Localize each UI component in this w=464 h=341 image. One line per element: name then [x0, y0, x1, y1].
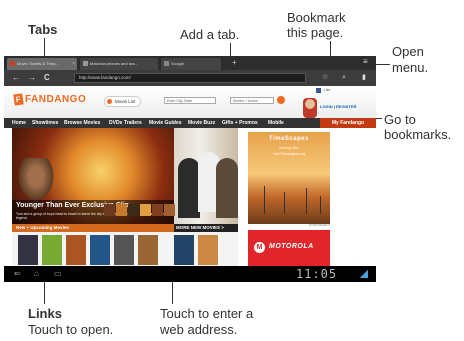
wind-turbine-icon [320, 196, 321, 214]
address-callout-1: Touch to enter a [160, 306, 254, 321]
tab-label: Motorola phones and acc... [90, 61, 139, 66]
bookmark-callout-2: this page. [287, 25, 344, 40]
links-callout-title: Links [28, 306, 62, 321]
links-callout-sub: Touch to open. [28, 322, 114, 337]
location-search-input[interactable]: Enter City, State [164, 97, 216, 104]
nav-gifts-promos[interactable]: Gifts + Promos [222, 118, 258, 128]
movie-poster[interactable] [198, 235, 218, 265]
more-new-movies-link[interactable]: MORE NEW MOVIES > [174, 224, 238, 232]
movie-poster[interactable] [90, 235, 110, 265]
open-menu-callout-2: menu. [392, 60, 429, 75]
address-callout-2: web address. [160, 322, 238, 337]
search-icon[interactable]: ⌕ [342, 73, 346, 83]
menu-icon[interactable]: ≡ [363, 57, 368, 67]
signal-icon[interactable] [360, 270, 368, 278]
motorola-ad[interactable]: M MOTOROLA [248, 230, 330, 266]
goto-bookmarks-callout-1: Go to [384, 112, 416, 127]
wind-turbine-icon [306, 188, 307, 214]
search-go-button[interactable] [277, 96, 285, 104]
movie-poster[interactable] [18, 235, 38, 265]
recent-apps-icon[interactable]: ▭ [54, 269, 62, 279]
goto-bookmarks-callout-2: bookmarks. [384, 127, 452, 142]
site-nav: Home Showtimes Browse Movies DVDs Traile… [4, 118, 376, 128]
browser-tab-motorola[interactable]: Motorola phones and acc... [80, 58, 158, 70]
browser-address-bar: ← → C http://www.fandango.com/ ☆ ⌕ ▮ [4, 70, 376, 86]
motorola-logo-icon: M [254, 242, 265, 253]
tab-label: Movie Tickets & Thea... [17, 61, 59, 66]
nav-dvds[interactable]: DVDs [109, 118, 122, 128]
system-bar: ⇐ ⌂ ▭ 11:05 [4, 266, 376, 282]
clip-thumbnail[interactable] [164, 204, 175, 216]
wind-turbine-icon [284, 192, 285, 214]
nav-browse-movies[interactable]: Browse Movies [64, 118, 100, 128]
nav-movie-buzz[interactable]: Movie Buzz [188, 118, 215, 128]
fandango-logo[interactable]: F FANDANGO [13, 93, 86, 106]
photo-figure [216, 158, 238, 218]
movie-poster[interactable] [66, 235, 86, 265]
tab-label: Google [171, 61, 184, 66]
clip-thumbnail[interactable] [104, 204, 115, 216]
bookmark-callout-1: Bookmark [287, 10, 346, 25]
back-icon[interactable]: ⇐ [14, 269, 21, 279]
movie-poster[interactable] [174, 235, 194, 265]
mascot-image [303, 98, 317, 118]
back-arrow-icon[interactable]: ← [12, 73, 20, 83]
nav-showtimes[interactable]: Showtimes [32, 118, 58, 128]
refresh-icon[interactable]: C [44, 73, 50, 83]
nav-trailers[interactable]: Trailers [124, 118, 142, 128]
new-tab-button[interactable]: + [232, 58, 237, 68]
photo-figure [178, 158, 200, 218]
movie-posters-row [12, 232, 238, 266]
like-button[interactable]: Like [324, 88, 330, 92]
browser-tab-google[interactable]: Google [161, 58, 221, 70]
movie-list-button[interactable]: Movie List [104, 96, 142, 107]
url-input[interactable]: http://www.fandango.com/ [74, 73, 306, 83]
forward-arrow-icon[interactable]: → [28, 73, 36, 83]
movie-search-input[interactable]: Movies + Actors [230, 97, 274, 104]
upcoming-movies-header[interactable]: New + Upcoming Movies [12, 224, 174, 232]
bookmark-star-icon[interactable]: ☆ [322, 73, 328, 83]
ad-label: ADVERTISEMENT [308, 224, 330, 227]
page-favicon-icon [164, 61, 169, 66]
site-header: F FANDANGO Movie List Enter City, State M… [4, 86, 376, 118]
clip-thumbnail[interactable] [128, 204, 139, 216]
ad-title: TimeScapes [269, 136, 309, 142]
browser-tab-fandango[interactable]: Movie Tickets & Thea... × [7, 58, 77, 70]
movie-poster[interactable] [114, 235, 134, 265]
fandango-favicon-icon [10, 61, 15, 66]
system-clock[interactable]: 11:05 [296, 267, 337, 281]
tabs-callout: Tabs [28, 22, 58, 37]
timescapes-ad[interactable]: TimeScapes Coming 2011 Visit Timescapes.… [248, 132, 330, 224]
facebook-icon[interactable] [316, 88, 321, 93]
featured-photo[interactable] [174, 128, 238, 224]
ad-line-2: Visit Timescapes.org [272, 152, 306, 156]
page-favicon-icon [83, 61, 88, 66]
hero-image [16, 158, 56, 204]
clip-thumbnail[interactable] [116, 204, 127, 216]
bookmarks-icon[interactable]: ▮ [362, 73, 366, 83]
my-fandango-button[interactable]: My Fandango [320, 118, 376, 128]
login-link[interactable]: LOGIN | REGISTER [320, 104, 356, 109]
nav-movie-guides[interactable]: Movie Guides [149, 118, 182, 128]
browser-tab-bar: Movie Tickets & Thea... × Motorola phone… [4, 56, 376, 70]
clip-thumbnail[interactable] [152, 204, 163, 216]
nav-mobile[interactable]: Mobile [268, 118, 284, 128]
open-menu-callout-1: Open [392, 44, 424, 59]
movie-poster[interactable] [42, 235, 62, 265]
tablet-screen: Movie Tickets & Thea... × Motorola phone… [4, 56, 376, 282]
list-icon [107, 99, 112, 104]
nav-home[interactable]: Home [12, 118, 26, 128]
fandango-logo-mark: F [13, 93, 24, 106]
clip-thumbnail[interactable] [140, 204, 151, 216]
ad-line-1: Coming 2011 [278, 146, 300, 150]
home-icon[interactable]: ⌂ [34, 269, 39, 279]
add-tab-callout: Add a tab. [180, 27, 240, 42]
close-tab-icon[interactable]: × [72, 58, 75, 70]
wind-turbine-icon [264, 186, 265, 214]
movie-poster[interactable] [138, 235, 158, 265]
web-page: F FANDANGO Movie List Enter City, State M… [4, 86, 376, 266]
motorola-wordmark: MOTOROLA [269, 243, 314, 250]
